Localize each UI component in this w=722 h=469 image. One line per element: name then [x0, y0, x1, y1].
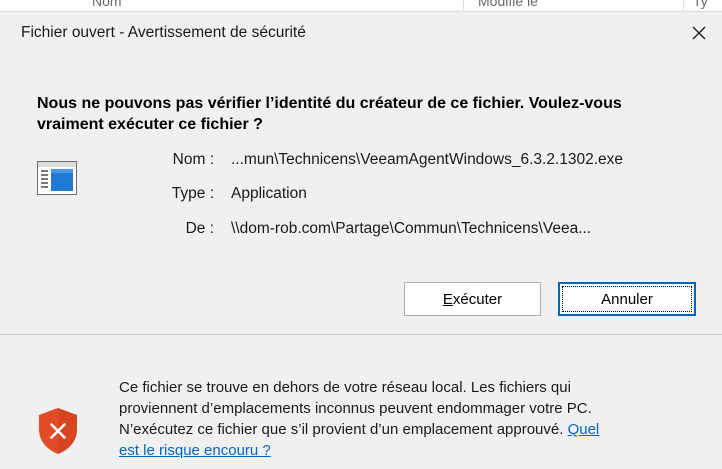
warning-heading: Nous ne pouvons pas vérifier l’identité …	[37, 93, 712, 135]
warning-footer: Ce fichier se trouve en dehors de votre …	[0, 335, 722, 469]
footer-message: Ce fichier se trouve en dehors de votre …	[119, 377, 719, 461]
cancel-button[interactable]: Annuler	[558, 282, 696, 316]
from-value: \\dom-rob.com\Partage\Commun\Technicens\…	[231, 220, 592, 237]
focus-rectangle	[562, 286, 692, 312]
background-column-separator	[683, 0, 684, 11]
dialog-titlebar: Fichier ouvert - Avertissement de sécuri…	[0, 12, 722, 58]
background-column-separator	[463, 0, 464, 11]
security-warning-dialog: Fichier ouvert - Avertissement de sécuri…	[0, 12, 722, 469]
shield-warning-icon	[39, 408, 77, 454]
footer-line3: N’exécutez ce fichier que s’il provient …	[119, 421, 600, 438]
name-value: ...mun\Technicens\VeeamAgentWindows_6.3.…	[231, 151, 624, 168]
from-label: De :	[185, 220, 214, 237]
background-window-strip: Nom Modifié le Ty	[0, 0, 722, 12]
footer-line1: Ce fichier se trouve en dehors de votre …	[119, 379, 571, 396]
run-button-label: Exécuter	[442, 290, 503, 308]
close-button[interactable]	[684, 18, 714, 48]
risk-link-part2[interactable]: est le risque encouru ?	[119, 442, 271, 459]
dialog-title: Fichier ouvert - Avertissement de sécuri…	[21, 24, 306, 41]
risk-link-part1[interactable]: Quel	[568, 421, 600, 438]
name-label: Nom :	[172, 151, 214, 168]
warning-heading-line2: vraiment exécuter ce fichier ?	[37, 116, 263, 133]
footer-line4: est le risque encouru ?	[119, 440, 719, 461]
type-value: Application	[231, 185, 307, 202]
type-label: Type :	[171, 185, 214, 202]
close-icon	[692, 26, 706, 40]
background-column-modified: Modifié le	[478, 0, 538, 9]
warning-heading-line1: Nous ne pouvons pas vérifier l’identité …	[37, 95, 622, 112]
background-column-type: Ty	[693, 0, 708, 9]
footer-line2: proviennent d’emplacements inconnus peuv…	[119, 400, 592, 417]
background-column-name: Nom	[92, 0, 122, 9]
run-button[interactable]: Exécuter	[404, 282, 541, 316]
